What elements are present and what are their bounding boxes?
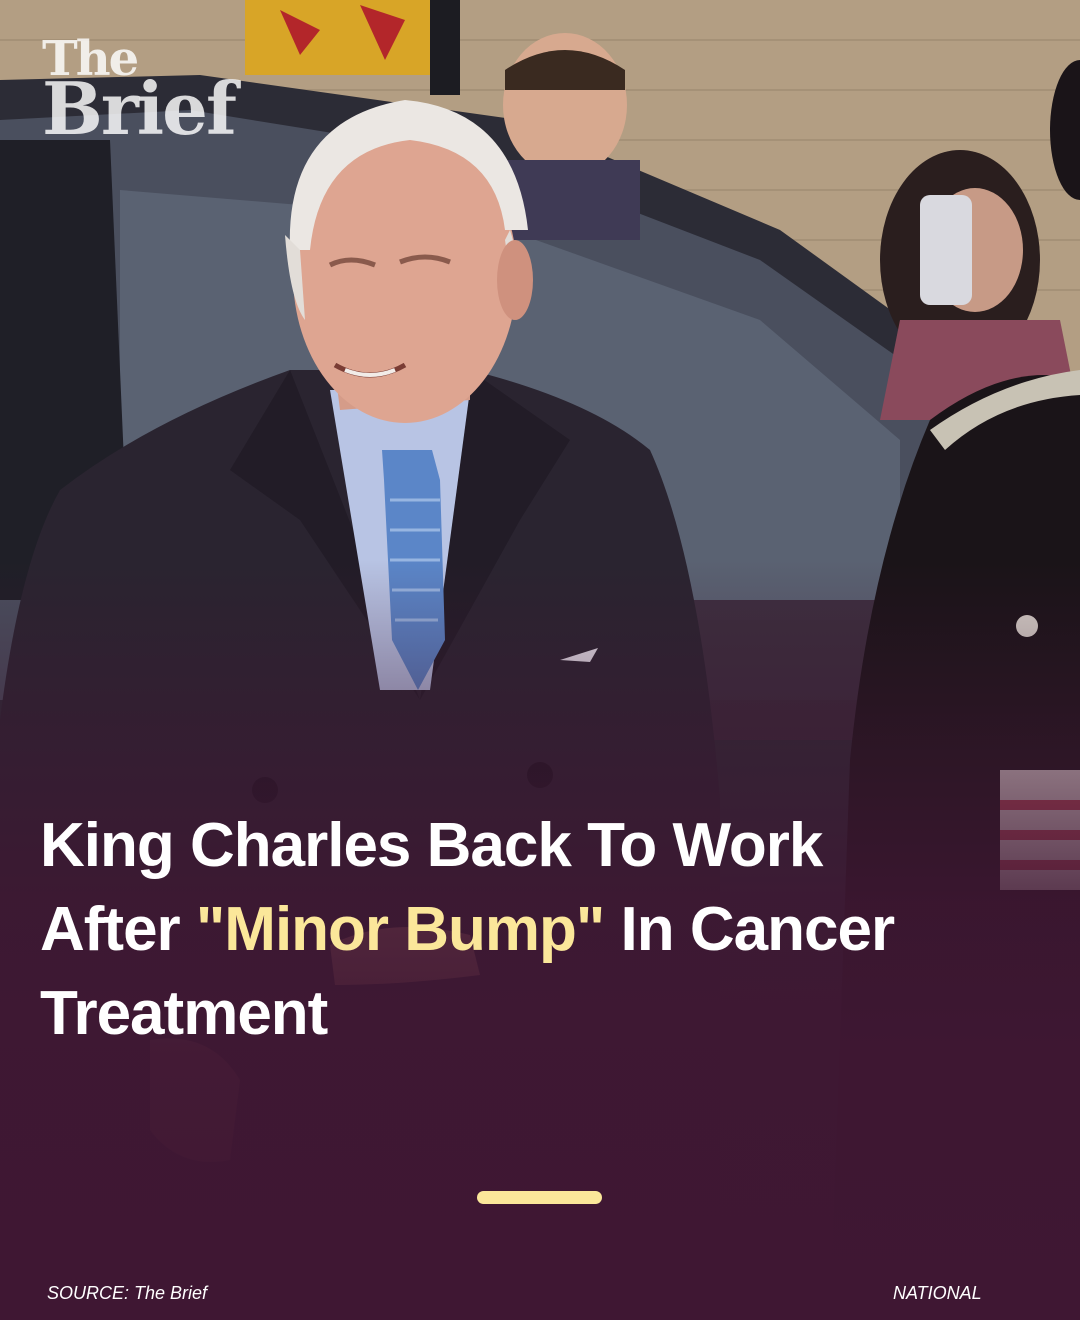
headline: King Charles Back To Work After "Minor B… xyxy=(40,804,940,1056)
brand-logo: The Brief xyxy=(42,35,237,152)
logo-line-2: Brief xyxy=(42,66,237,152)
news-card: The Brief King Charles Back To Work Afte… xyxy=(0,0,1080,1320)
headline-highlight: "Minor Bump" xyxy=(195,895,605,964)
category-label: NATIONAL xyxy=(893,1283,982,1303)
source-label: SOURCE: The Brief xyxy=(47,1283,208,1303)
slide-indicator xyxy=(477,1191,602,1204)
